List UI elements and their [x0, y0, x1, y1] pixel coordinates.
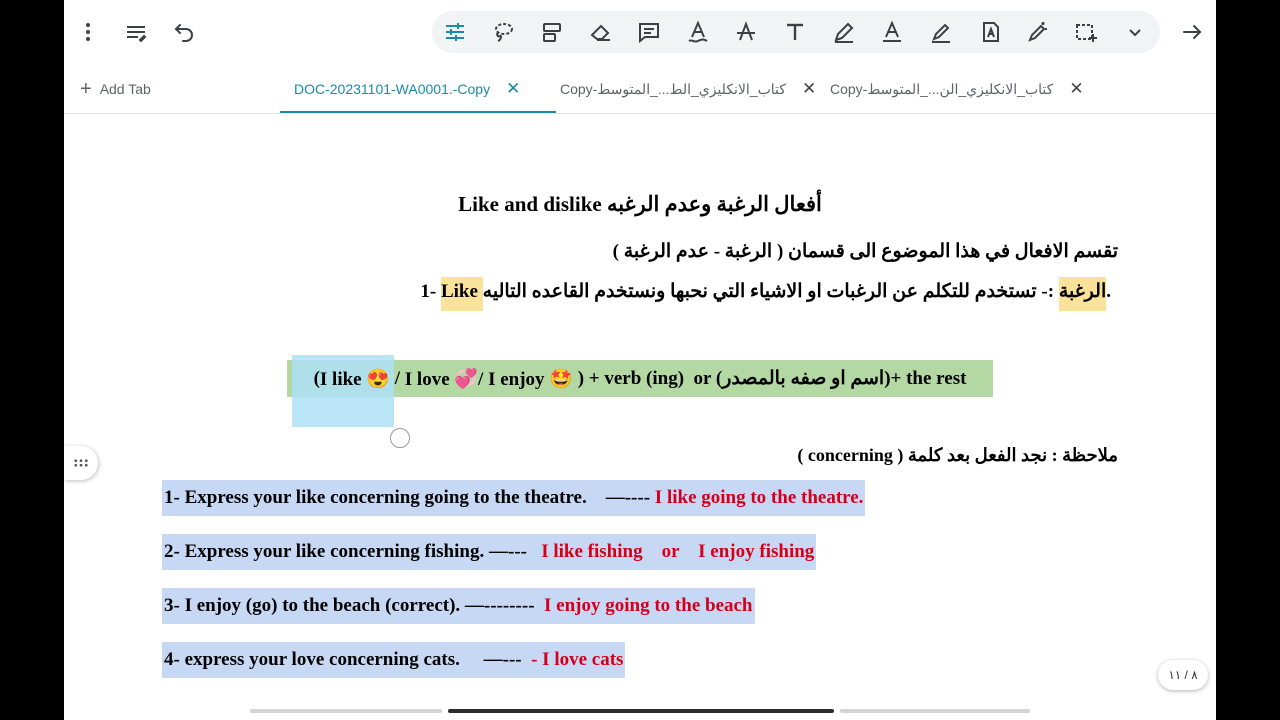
- chevron-down-icon[interactable]: [1117, 14, 1153, 50]
- rule-i-like: I like 😍: [319, 368, 390, 390]
- doc-intro: تقسم الافعال في هذا الموضوع الى قسمان ( …: [612, 241, 1118, 262]
- example-question: 4- express your love concerning cats. —-…: [164, 649, 532, 670]
- point-number: 1-: [420, 281, 437, 302]
- page-indicator[interactable]: ٨ / ١١: [1158, 660, 1208, 690]
- drag-dots-icon: [74, 459, 88, 467]
- app-window: + Add Tab DOC-20231101-WA0001.-Copy ✕ Co…: [64, 0, 1216, 720]
- forward-arrow-icon[interactable]: [1174, 14, 1210, 50]
- example-question: 3- I enjoy (go) to the beach (correct). …: [164, 595, 545, 616]
- sliders-icon[interactable]: [437, 14, 473, 50]
- undo-icon[interactable]: [166, 14, 202, 50]
- close-icon[interactable]: ✕: [802, 79, 816, 99]
- tab-english-book-1[interactable]: Copy-كتاب_الانكليزي_الط..._المتوسط ✕: [560, 64, 816, 114]
- shapes-icon[interactable]: [534, 14, 570, 50]
- tab-divider: [64, 113, 1216, 114]
- text-box-icon[interactable]: [972, 14, 1008, 50]
- note-text: ملاحظة : نجد الفعل بعد كلمة ( concerning…: [797, 445, 1118, 465]
- strikethrough-icon[interactable]: [728, 14, 764, 50]
- pen-icon[interactable]: [826, 14, 862, 50]
- tab-label: Copy-كتاب_الانكليزي_الط..._المتوسط: [560, 80, 786, 97]
- example-answer: I like fishing or I enjoy fishing: [541, 541, 815, 562]
- more-vert-icon[interactable]: [70, 14, 106, 50]
- selection-handle[interactable]: [390, 428, 410, 448]
- tools-bar: [432, 11, 1160, 53]
- scrollbar-track-left: [250, 709, 442, 713]
- example-3: 3- I enjoy (go) to the beach (correct). …: [162, 588, 755, 624]
- scrollbar-thumb[interactable]: [448, 709, 834, 713]
- point-text: :- تستخدم للتكلم عن الرغبات او الاشياء ا…: [482, 281, 1111, 302]
- document-page[interactable]: أفعال الرغبة وعدم الرغبه Like and dislik…: [64, 115, 1216, 705]
- example-answer: I like going to the theatre.: [654, 487, 864, 508]
- example-4: 4- express your love concerning cats. —-…: [162, 642, 626, 678]
- close-icon[interactable]: ✕: [506, 79, 520, 99]
- highlighter-icon[interactable]: [923, 14, 959, 50]
- text-underline-icon[interactable]: [680, 14, 716, 50]
- side-panel-handle[interactable]: [64, 446, 98, 480]
- point-1: 1- Like الرغبة :- تستخدم للتكلم عن الرغب…: [420, 277, 1111, 311]
- rule-separator: /: [390, 367, 405, 389]
- add-tab-button[interactable]: + Add Tab: [80, 64, 151, 114]
- plus-icon: +: [80, 77, 92, 100]
- example-answer: - I love cats: [531, 649, 624, 670]
- pen-settings-icon[interactable]: [118, 14, 154, 50]
- comment-icon[interactable]: [631, 14, 667, 50]
- example-question: 1- Express your like concerning going to…: [164, 487, 655, 508]
- tab-english-book-2[interactable]: Copy-كتاب_الانكليزي_الن..._المتوسط ✕: [830, 64, 1084, 114]
- selection-icon[interactable]: [1068, 14, 1104, 50]
- text-icon[interactable]: [777, 14, 813, 50]
- horizontal-scrollbar[interactable]: [250, 709, 1030, 713]
- rule-text: ( I like 😍 / I love 💞/ I enjoy 🤩 ) + ver…: [287, 362, 993, 395]
- example-2: 2- Express your like concerning fishing.…: [162, 534, 817, 570]
- rule-i-love: I love 💞/: [404, 368, 484, 390]
- lasso-icon[interactable]: [485, 14, 521, 50]
- text-color-icon[interactable]: [874, 14, 910, 50]
- eraser-icon[interactable]: [583, 14, 619, 50]
- add-tab-label: Add Tab: [99, 81, 151, 97]
- example-1: 1- Express your like concerning going to…: [162, 480, 866, 516]
- example-question: 2- Express your like concerning fishing.…: [164, 541, 542, 562]
- rule-rest: + verb (ing) or (اسم او صفه بالمصدر)+ th…: [584, 368, 967, 389]
- magic-pen-icon[interactable]: [1020, 14, 1056, 50]
- tab-doc-20231101[interactable]: DOC-20231101-WA0001.-Copy ✕: [280, 64, 557, 114]
- doc-title: أفعال الرغبة وعدم الرغبه Like and dislik…: [458, 192, 822, 216]
- tab-label: Copy-كتاب_الانكليزي_الن..._المتوسط: [830, 80, 1054, 97]
- close-icon[interactable]: ✕: [1069, 79, 1083, 99]
- tab-label: DOC-20231101-WA0001.-Copy: [294, 81, 491, 97]
- scrollbar-track-right: [840, 709, 1030, 713]
- rule-i-enjoy: I enjoy 🤩: [483, 368, 578, 390]
- tab-bar: + Add Tab DOC-20231101-WA0001.-Copy ✕ Co…: [64, 64, 1216, 114]
- example-answer: I enjoy going to the beach: [544, 595, 753, 616]
